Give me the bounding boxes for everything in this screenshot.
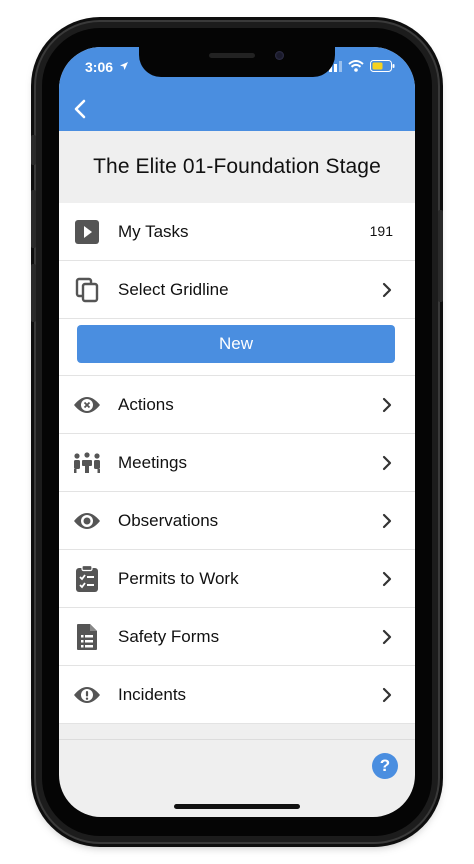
- menu-item-safety-forms[interactable]: Safety Forms: [59, 608, 415, 666]
- new-button-row: New: [59, 319, 415, 376]
- chevron-right-icon: [382, 629, 392, 645]
- earpiece-speaker: [209, 53, 255, 58]
- mute-switch: [31, 135, 36, 165]
- volume-down-button: [31, 264, 36, 322]
- help-button[interactable]: ?: [372, 753, 398, 779]
- play-square-icon: [73, 218, 101, 246]
- navigation-bar: [59, 87, 415, 131]
- chevron-right-icon: [382, 455, 392, 471]
- front-camera: [275, 51, 284, 60]
- menu-item-actions[interactable]: Actions: [59, 376, 415, 434]
- chevron-right-icon: [382, 282, 392, 298]
- status-icons: [324, 60, 395, 72]
- wifi-icon: [348, 60, 364, 72]
- menu-item-my-tasks[interactable]: My Tasks 191: [59, 203, 415, 261]
- eye-icon: [73, 507, 101, 535]
- eye-exclamation-icon: [73, 681, 101, 709]
- menu-item-label: Safety Forms: [118, 627, 220, 646]
- power-button: [438, 210, 443, 302]
- menu-list: My Tasks 191 Select Gridline New Actions: [59, 203, 415, 724]
- chevron-right-icon: [382, 513, 392, 529]
- clipboard-check-icon: [73, 565, 101, 593]
- chevron-right-icon: [382, 397, 392, 413]
- footer-divider: [59, 739, 415, 740]
- chevron-left-icon: [74, 99, 86, 119]
- chevron-right-icon: [382, 687, 392, 703]
- menu-item-observations[interactable]: Observations: [59, 492, 415, 550]
- status-time: 3:06: [85, 59, 114, 75]
- menu-item-label: Actions: [118, 395, 174, 414]
- page-header: The Elite 01-Foundation Stage: [59, 131, 415, 203]
- menu-item-label: Permits to Work: [118, 569, 239, 588]
- menu-item-label: My Tasks: [118, 222, 189, 241]
- menu-item-select-gridline[interactable]: Select Gridline: [59, 261, 415, 319]
- new-button[interactable]: New: [77, 325, 395, 363]
- task-count: 191: [369, 223, 393, 239]
- copy-icon: [73, 276, 101, 304]
- menu-item-label: Observations: [118, 511, 219, 530]
- eye-x-icon: [73, 391, 101, 419]
- phone-notch: [139, 47, 335, 77]
- chevron-right-icon: [382, 571, 392, 587]
- home-indicator[interactable]: [174, 804, 300, 809]
- battery-icon: [370, 60, 395, 72]
- volume-up-button: [31, 190, 36, 248]
- location-arrow-icon: [120, 62, 128, 70]
- menu-item-permits-to-work[interactable]: Permits to Work: [59, 550, 415, 608]
- menu-item-meetings[interactable]: Meetings: [59, 434, 415, 492]
- menu-item-incidents[interactable]: Incidents: [59, 666, 415, 724]
- page-title: The Elite 01-Foundation Stage: [93, 155, 381, 178]
- document-list-icon: [73, 623, 101, 651]
- back-button[interactable]: [67, 95, 95, 123]
- app-screen: 3:06 The Elite 01-Foundation Stage My Ta…: [59, 47, 415, 817]
- menu-item-label: Select Gridline: [118, 280, 229, 299]
- menu-item-label: Incidents: [118, 685, 187, 704]
- meeting-people-icon: [73, 449, 101, 477]
- menu-item-label: Meetings: [118, 453, 187, 472]
